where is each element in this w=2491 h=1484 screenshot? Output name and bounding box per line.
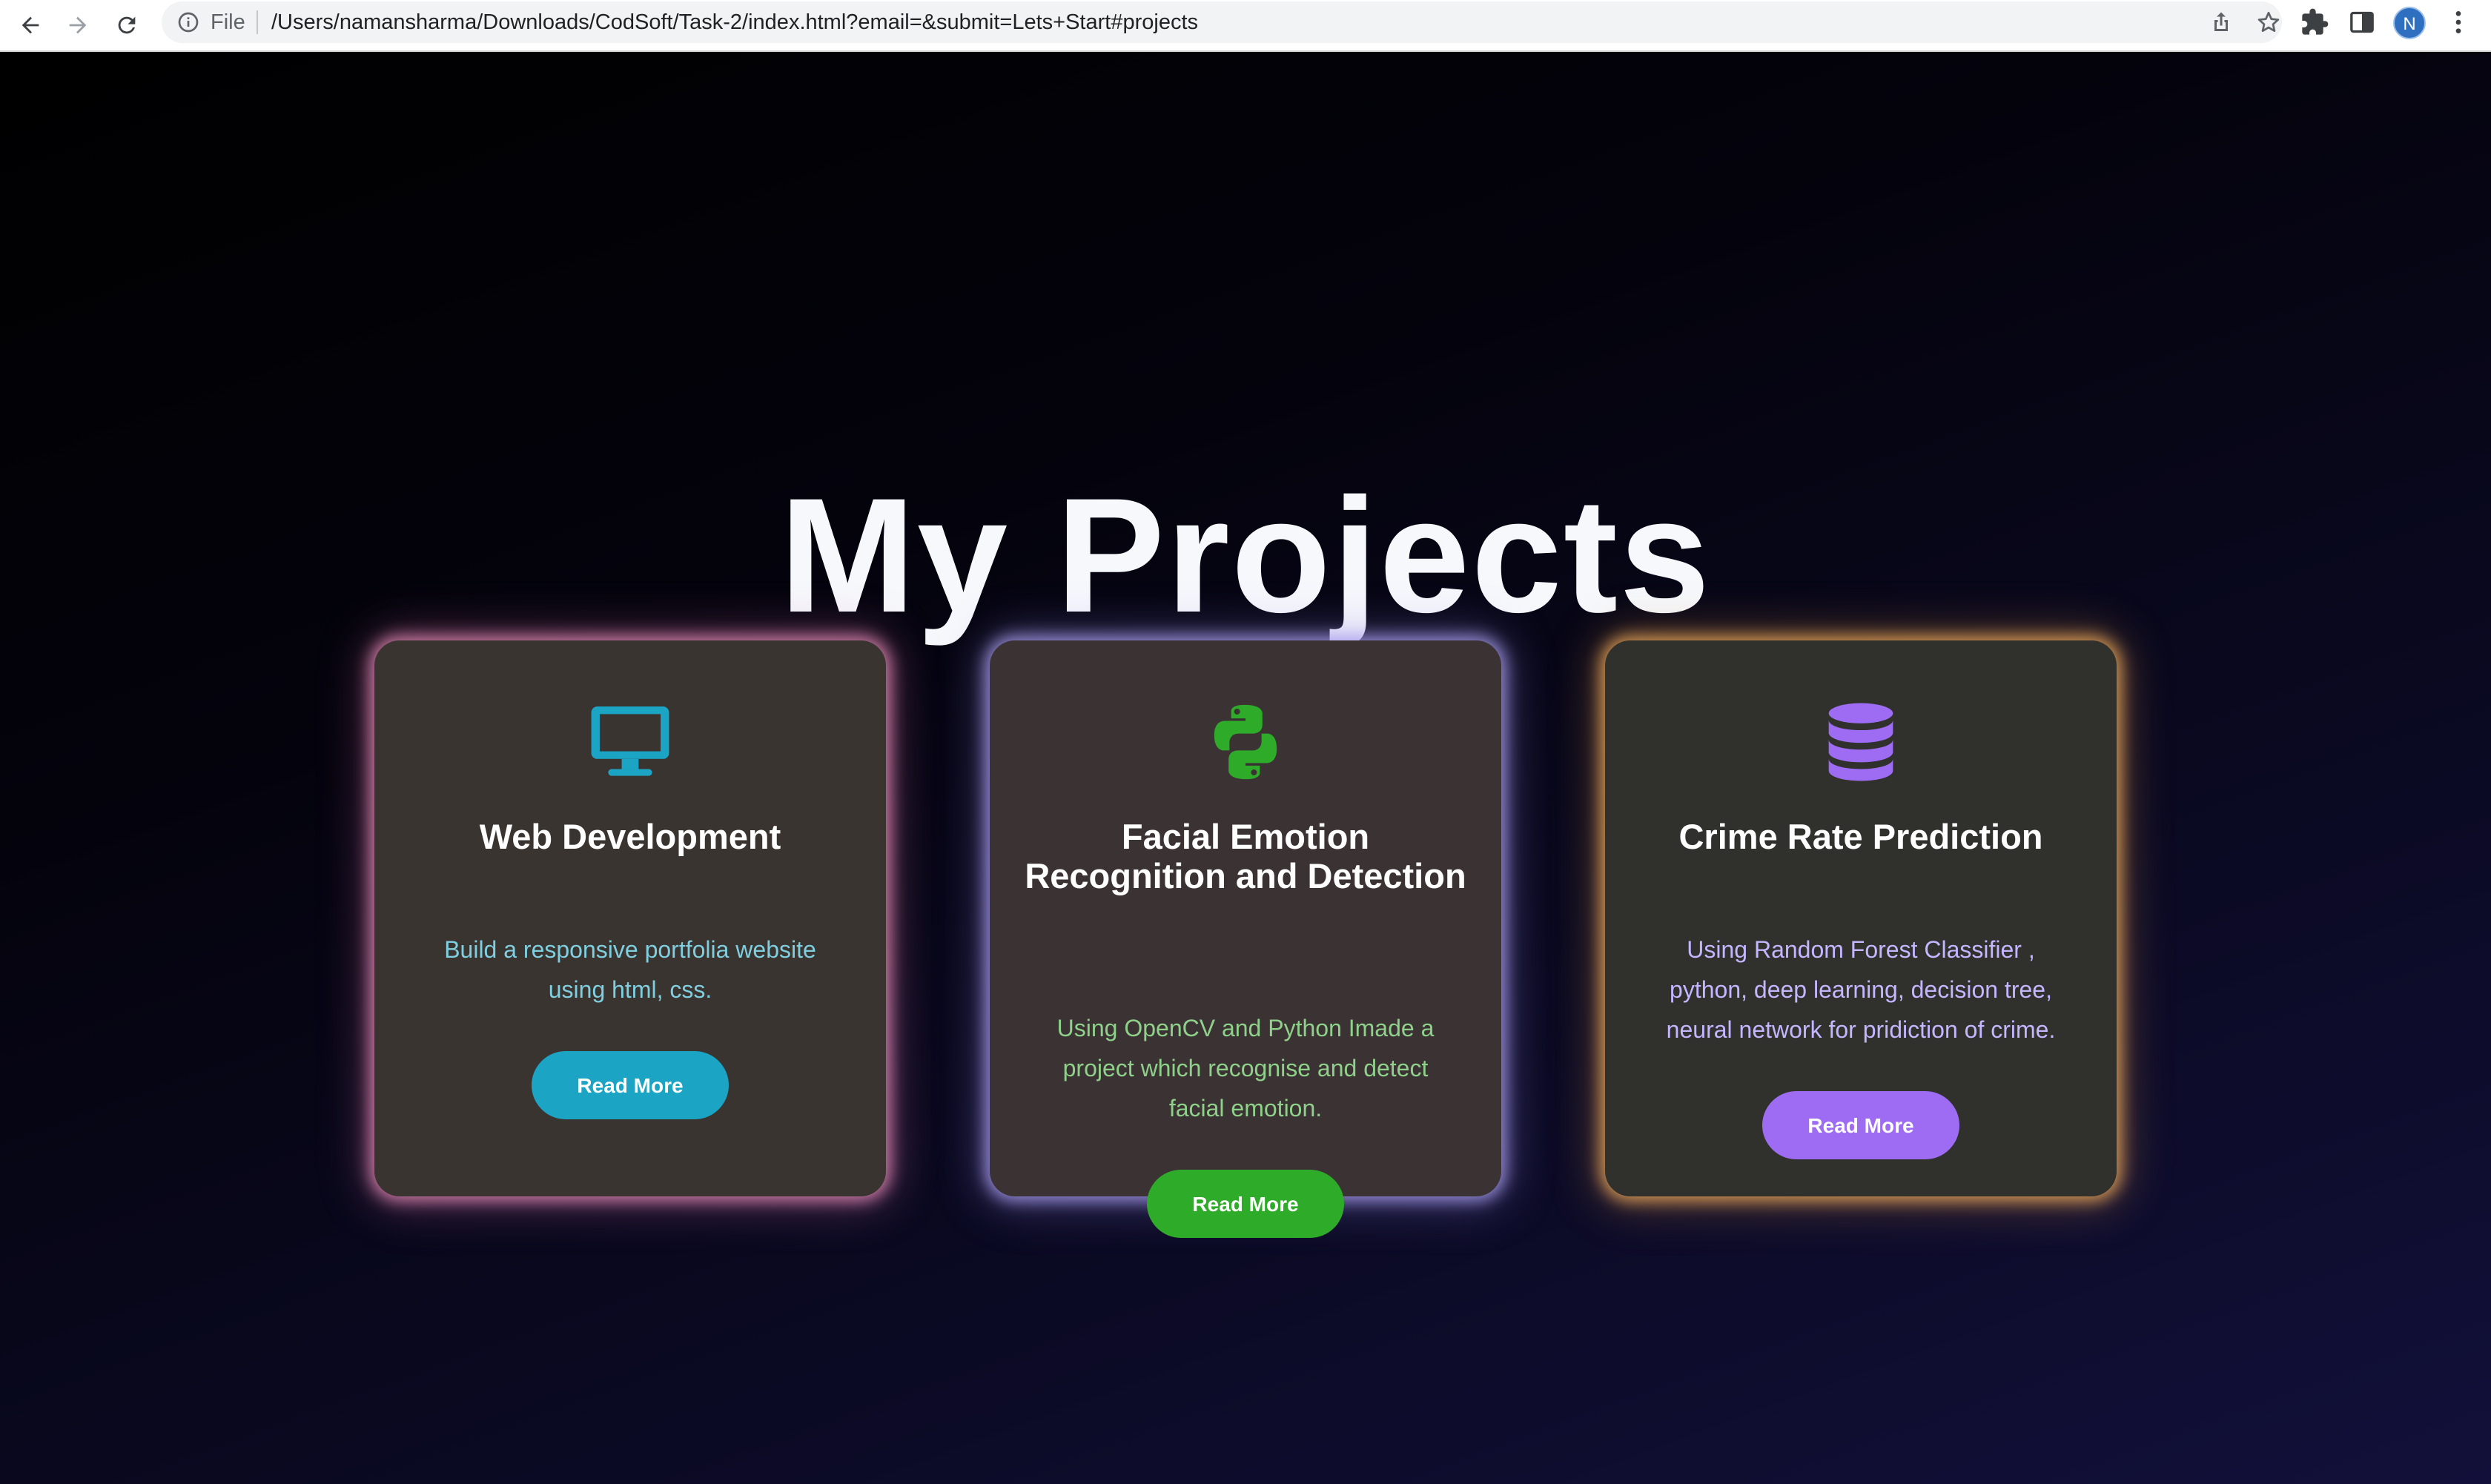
read-more-button[interactable]: Read More: [1147, 1170, 1344, 1238]
address-bar[interactable]: File /Users/namansharma/Downloads/CodSof…: [162, 1, 2282, 43]
share-icon[interactable]: [2208, 9, 2234, 36]
divider: [257, 10, 258, 34]
back-button[interactable]: [10, 5, 50, 45]
project-description: Using OpenCV and Python Imade a project …: [1056, 1015, 1435, 1122]
python-logo-icon: [1214, 704, 1277, 780]
more-vert-icon[interactable]: [2444, 7, 2473, 37]
project-title: Facial Emotion Recognition and Detection: [1025, 817, 1466, 895]
projects-section: My Projects Web Development Build a resp…: [0, 53, 2491, 1484]
project-card-crime-rate: Crime Rate Prediction Using Random Fores…: [1605, 640, 2117, 1196]
forward-button[interactable]: [58, 5, 98, 45]
page-title: My Projects: [779, 464, 1712, 647]
read-more-button[interactable]: Read More: [1762, 1091, 1959, 1159]
project-card-web-development: Web Development Build a responsive portf…: [374, 640, 886, 1196]
read-more-button[interactable]: Read More: [532, 1051, 729, 1119]
database-icon: [1828, 703, 1893, 781]
star-icon[interactable]: [2255, 9, 2282, 36]
url-text[interactable]: /Users/namansharma/Downloads/CodSoft/Tas…: [271, 9, 1198, 36]
browser-toolbar: File /Users/namansharma/Downloads/CodSof…: [0, 0, 2491, 52]
info-icon[interactable]: [176, 10, 200, 34]
project-card-facial-emotion: Facial Emotion Recognition and Detection…: [990, 640, 1501, 1238]
back-arrow-icon: [21, 16, 39, 34]
reload-button[interactable]: [107, 5, 147, 45]
project-description: Using Random Forest Classifier , python,…: [1666, 936, 2056, 1043]
profile-avatar[interactable]: N: [2393, 7, 2426, 39]
side-panel-icon[interactable]: [2347, 7, 2377, 37]
reload-icon: [118, 16, 136, 34]
project-title: Crime Rate Prediction: [1678, 817, 2043, 856]
extensions-puzzle-icon[interactable]: [2300, 7, 2329, 37]
project-title: Web Development: [479, 817, 781, 856]
project-description: Build a responsive portfolia website usi…: [444, 936, 816, 1003]
url-scheme-label: File: [211, 10, 245, 34]
desktop-monitor-icon: [591, 706, 669, 776]
forward-arrow-icon: [69, 16, 87, 34]
